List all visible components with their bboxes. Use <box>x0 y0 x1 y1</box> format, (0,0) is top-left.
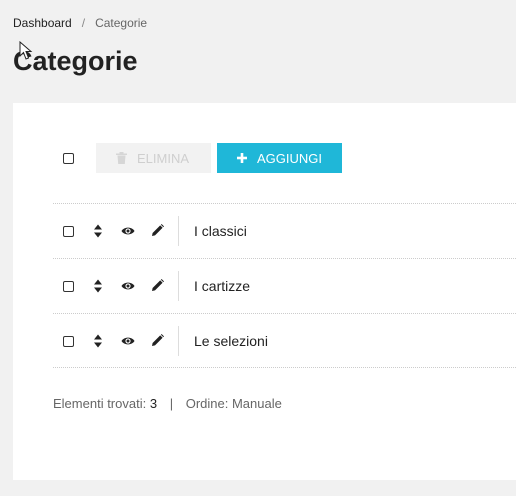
category-name[interactable]: I classici <box>194 223 247 239</box>
categories-card: ELIMINA AGGIUNGI I classici I cartizze L… <box>13 103 516 480</box>
breadcrumb: Dashboard / Categorie <box>13 16 147 30</box>
pencil-icon[interactable] <box>151 224 164 237</box>
mouse-cursor-icon <box>19 41 33 60</box>
found-count: 3 <box>149 396 158 411</box>
row-divider <box>178 271 179 301</box>
list-item: I classici <box>53 203 516 258</box>
list-footer: Elementi trovati: 3 | Ordine: Manuale <box>53 396 282 411</box>
eye-icon[interactable] <box>121 335 135 347</box>
row-divider <box>178 326 179 356</box>
sort-icon[interactable] <box>93 333 103 349</box>
category-name[interactable]: Le selezioni <box>194 333 268 349</box>
sort-icon[interactable] <box>93 278 103 294</box>
eye-icon[interactable] <box>121 225 135 237</box>
delete-button[interactable]: ELIMINA <box>96 143 211 173</box>
breadcrumb-separator: / <box>81 16 86 30</box>
eye-icon[interactable] <box>121 280 135 292</box>
toolbar: ELIMINA AGGIUNGI <box>53 143 342 173</box>
found-label: Elementi trovati: <box>53 396 147 411</box>
footer-separator: | <box>169 396 174 411</box>
add-button[interactable]: AGGIUNGI <box>217 143 342 173</box>
pencil-icon[interactable] <box>151 279 164 292</box>
sort-icon[interactable] <box>93 223 103 239</box>
select-all-checkbox[interactable] <box>63 152 74 164</box>
pencil-icon[interactable] <box>151 334 164 347</box>
category-name[interactable]: I cartizze <box>194 278 250 294</box>
row-checkbox[interactable] <box>63 336 74 347</box>
row-checkbox[interactable] <box>63 281 74 292</box>
breadcrumb-dashboard-link[interactable]: Dashboard <box>13 16 72 30</box>
order-label: Ordine: Manuale <box>185 396 282 411</box>
add-button-label: AGGIUNGI <box>257 150 323 166</box>
row-checkbox[interactable] <box>63 226 74 237</box>
delete-button-label: ELIMINA <box>137 150 190 166</box>
row-divider <box>178 216 179 246</box>
list-item: Le selezioni <box>53 313 516 368</box>
categories-list: I classici I cartizze Le selezioni <box>53 203 516 368</box>
plus-icon <box>237 153 247 163</box>
trash-icon <box>116 152 127 164</box>
breadcrumb-current: Categorie <box>95 16 148 30</box>
list-item: I cartizze <box>53 258 516 313</box>
